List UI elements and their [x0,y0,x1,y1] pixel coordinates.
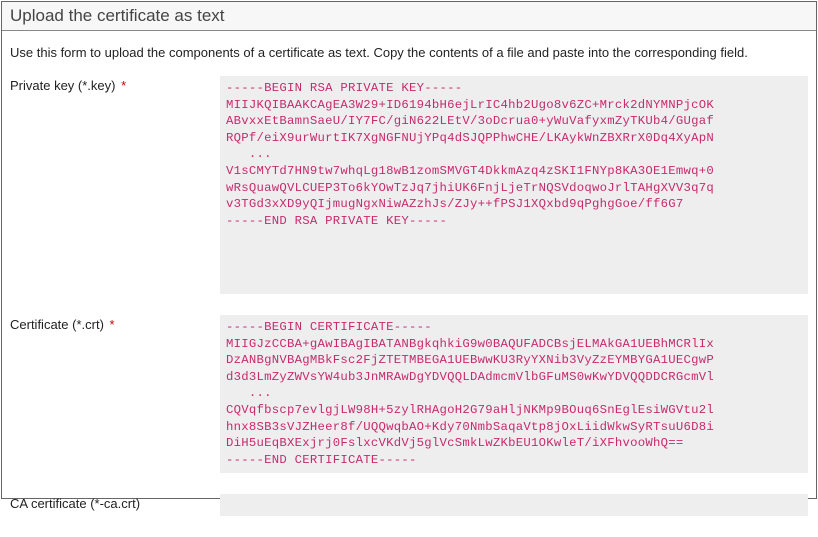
certificate-row: Certificate (*.crt) * [2,315,816,494]
required-marker: * [110,317,115,332]
private-key-label-text: Private key (*.key) [10,78,115,93]
ca-certificate-row: CA certificate (*-ca.crt) [2,494,816,537]
certificate-label: Certificate (*.crt) * [10,315,220,332]
panel-title: Upload the certificate as text [2,2,816,31]
private-key-label: Private key (*.key) * [10,76,220,93]
private-key-textarea[interactable] [220,76,808,294]
private-key-row: Private key (*.key) * [2,76,816,315]
certificate-label-text: Certificate (*.crt) [10,317,104,332]
ca-certificate-label: CA certificate (*-ca.crt) [10,494,220,511]
required-marker: * [121,78,126,93]
ca-certificate-textarea[interactable] [220,494,808,516]
panel-description: Use this form to upload the components o… [2,31,816,76]
ca-certificate-label-text: CA certificate (*-ca.crt) [10,496,140,511]
upload-certificate-panel: Upload the certificate as text Use this … [1,1,817,499]
certificate-textarea[interactable] [220,315,808,473]
form-body: Private key (*.key) * Certificate (*.crt… [2,76,816,537]
